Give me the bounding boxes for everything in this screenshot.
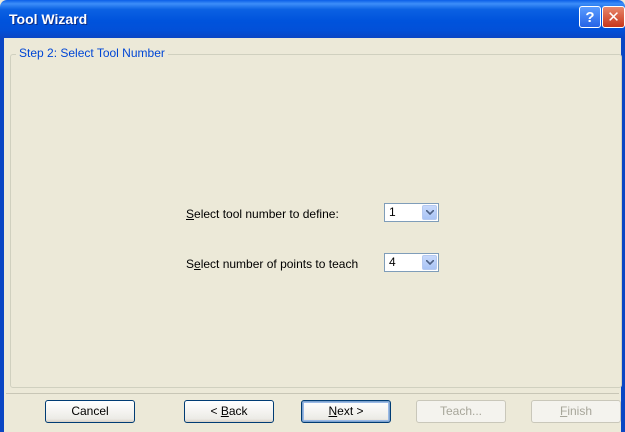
points-dropdown[interactable]: 4 <box>384 253 439 272</box>
tool-number-dropdown[interactable]: 1 <box>384 203 439 222</box>
title-bar[interactable]: Tool Wizard ? ✕ <box>0 0 625 38</box>
close-button[interactable]: ✕ <box>602 6 625 28</box>
finish-button-label: Finish <box>559 404 593 418</box>
window-border-left <box>0 38 4 432</box>
back-button-label: < Back <box>210 404 248 418</box>
next-button-label: Next > <box>328 404 364 418</box>
points-value: 4 <box>389 255 396 269</box>
window-title: Tool Wizard <box>9 11 88 27</box>
tool-number-value: 1 <box>389 205 396 219</box>
step-groupbox <box>10 54 622 388</box>
back-button[interactable]: < Back <box>184 400 274 423</box>
step-title: Step 2: Select Tool Number <box>16 46 168 60</box>
points-label: Select number of points to teach <box>186 257 358 271</box>
points-label-text: Select number of points to teach <box>186 257 359 271</box>
help-button[interactable]: ? <box>579 6 601 28</box>
chevron-down-icon[interactable] <box>422 255 437 270</box>
close-icon: ✕ <box>607 9 620 26</box>
finish-button[interactable]: Finish <box>531 400 621 423</box>
cancel-button[interactable]: Cancel <box>45 400 135 423</box>
next-button[interactable]: Next > <box>301 400 391 423</box>
chevron-down-icon[interactable] <box>422 205 437 220</box>
button-separator <box>6 393 619 394</box>
teach-button[interactable]: Teach... <box>416 400 506 423</box>
help-icon: ? <box>585 9 595 26</box>
tool-number-label: Select tool number to define: <box>186 207 339 221</box>
